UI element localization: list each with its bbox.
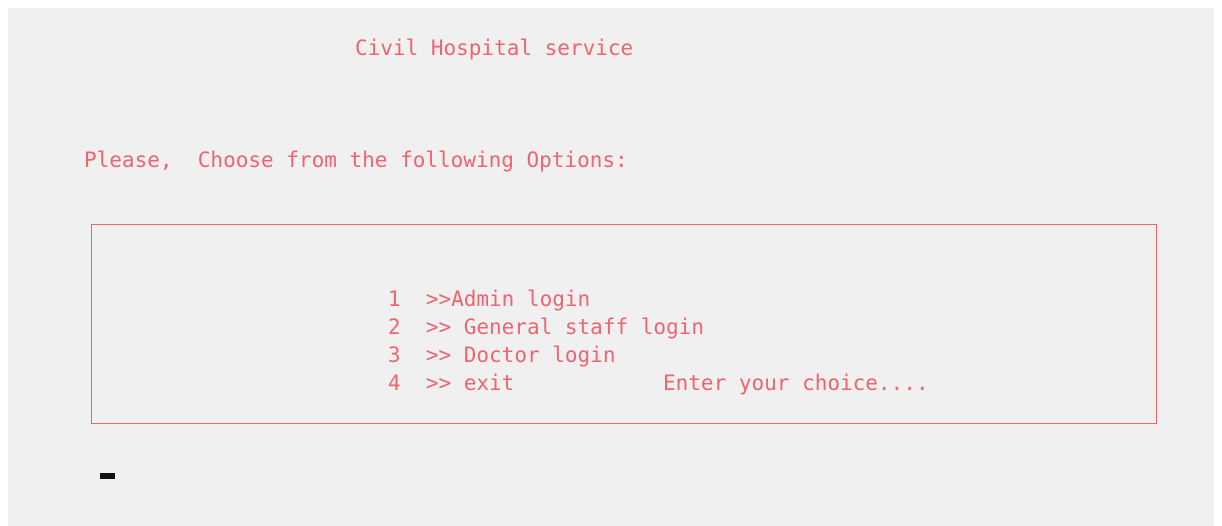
text-cursor[interactable] [100, 473, 115, 479]
options-prompt: Please, Choose from the following Option… [84, 148, 628, 172]
menu-box: 1 >>Admin login 2 >> General staff login… [91, 224, 1157, 424]
option-number: 4 [387, 371, 401, 395]
app-title: Civil Hospital service [355, 36, 634, 60]
menu-option-exit: 4 >> exit [312, 341, 514, 425]
choice-prompt: Enter your choice.... [663, 371, 929, 395]
console-window[interactable]: Civil Hospital service Please, Choose fr… [8, 8, 1214, 526]
option-label: >> exit [425, 371, 515, 395]
